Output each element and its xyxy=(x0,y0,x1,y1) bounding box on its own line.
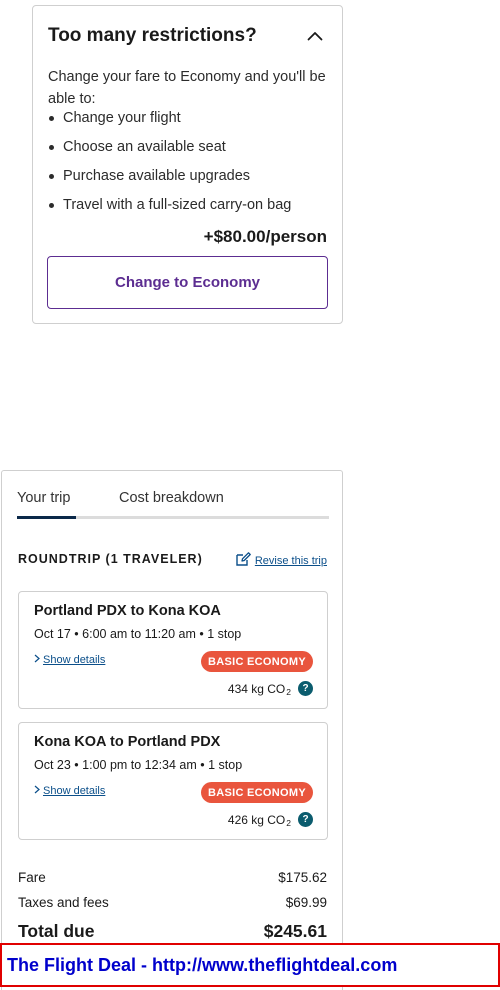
bullet-icon xyxy=(49,116,54,121)
co2-emissions: 434 kg CO 2 ? xyxy=(227,681,313,697)
revise-trip-link[interactable]: Revise this trip xyxy=(236,552,327,569)
taxes-label: Taxes and fees xyxy=(18,895,109,910)
benefit-text: Choose an available seat xyxy=(63,139,226,155)
taxes-row: Taxes and fees $69.99 xyxy=(18,895,327,910)
flight-route: Kona KOA to Portland PDX xyxy=(34,734,221,750)
show-details-label: Show details xyxy=(43,654,106,666)
co2-value: 434 kg CO xyxy=(227,681,286,696)
show-details-link[interactable]: Show details xyxy=(34,654,105,666)
co2-subscript: 2 xyxy=(286,686,291,697)
change-to-economy-button[interactable]: Change to Economy xyxy=(47,256,328,309)
total-row: Total due $245.61 xyxy=(18,921,327,942)
trip-tabs: Your trip Cost breakdown xyxy=(17,490,329,520)
benefit-text: Travel with a full-sized carry-on bag xyxy=(63,197,292,213)
total-label: Total due xyxy=(18,921,95,941)
tab-your-trip[interactable]: Your trip xyxy=(17,490,70,506)
show-details-label: Show details xyxy=(43,785,106,797)
basic-economy-badge: BASIC ECONOMY xyxy=(200,651,313,672)
roundtrip-heading: ROUNDTRIP (1 TRAVELER) xyxy=(18,552,203,566)
co2-value: 426 kg CO xyxy=(227,812,286,827)
benefit-item: Change your flight xyxy=(48,108,332,137)
help-icon[interactable]: ? xyxy=(298,812,313,827)
chevron-up-icon[interactable] xyxy=(303,24,327,48)
restrictions-intro: Change your fare to Economy and you'll b… xyxy=(48,69,326,107)
flight-times: Oct 17 • 6:00 am to 11:20 am • 1 stop xyxy=(34,627,242,641)
restrictions-title: Too many restrictions? xyxy=(48,25,257,46)
tab-cost-breakdown[interactable]: Cost breakdown xyxy=(119,490,224,506)
chevron-right-icon xyxy=(34,654,40,666)
fare-value: $175.62 xyxy=(278,870,327,885)
chevron-right-icon xyxy=(34,785,40,797)
flight-card-return: Kona KOA to Portland PDX Oct 23 • 1:00 p… xyxy=(18,722,328,840)
flight-card-outbound: Portland PDX to Kona KOA Oct 17 • 6:00 a… xyxy=(18,591,328,709)
tab-active-indicator xyxy=(17,516,76,519)
edit-icon xyxy=(236,552,251,569)
basic-economy-badge: BASIC ECONOMY xyxy=(200,782,313,803)
benefit-text: Purchase available upgrades xyxy=(63,168,251,184)
bullet-icon xyxy=(49,203,54,208)
upgrade-price: +$80.00/person xyxy=(203,227,327,246)
fare-row: Fare $175.62 xyxy=(18,870,327,885)
bullet-icon xyxy=(49,145,54,150)
co2-subscript: 2 xyxy=(286,817,291,828)
watermark-banner: The Flight Deal - http://www.theflightde… xyxy=(0,943,500,987)
help-icon[interactable]: ? xyxy=(298,681,313,696)
trip-summary-panel: Your trip Cost breakdown ROUNDTRIP (1 TR… xyxy=(1,470,343,990)
revise-trip-label: Revise this trip xyxy=(254,554,327,567)
benefit-item: Purchase available upgrades xyxy=(48,166,332,195)
benefits-list: Change your flight Choose an available s… xyxy=(48,108,332,224)
fare-label: Fare xyxy=(18,870,46,885)
restrictions-header[interactable]: Too many restrictions? xyxy=(48,24,327,48)
flight-route: Portland PDX to Kona KOA xyxy=(34,603,221,619)
bullet-icon xyxy=(49,174,54,179)
co2-emissions: 426 kg CO 2 ? xyxy=(227,812,313,828)
taxes-value: $69.99 xyxy=(285,895,327,910)
fare-restrictions-card: Too many restrictions? Change your fare … xyxy=(32,5,343,324)
show-details-link[interactable]: Show details xyxy=(34,785,105,797)
total-value: $245.61 xyxy=(263,921,327,941)
benefit-item: Travel with a full-sized carry-on bag xyxy=(48,195,332,224)
benefit-text: Change your flight xyxy=(63,110,181,126)
watermark-text: The Flight Deal - http://www.theflightde… xyxy=(7,954,398,975)
benefit-item: Choose an available seat xyxy=(48,137,332,166)
flight-times: Oct 23 • 1:00 pm to 12:34 am • 1 stop xyxy=(34,758,243,772)
